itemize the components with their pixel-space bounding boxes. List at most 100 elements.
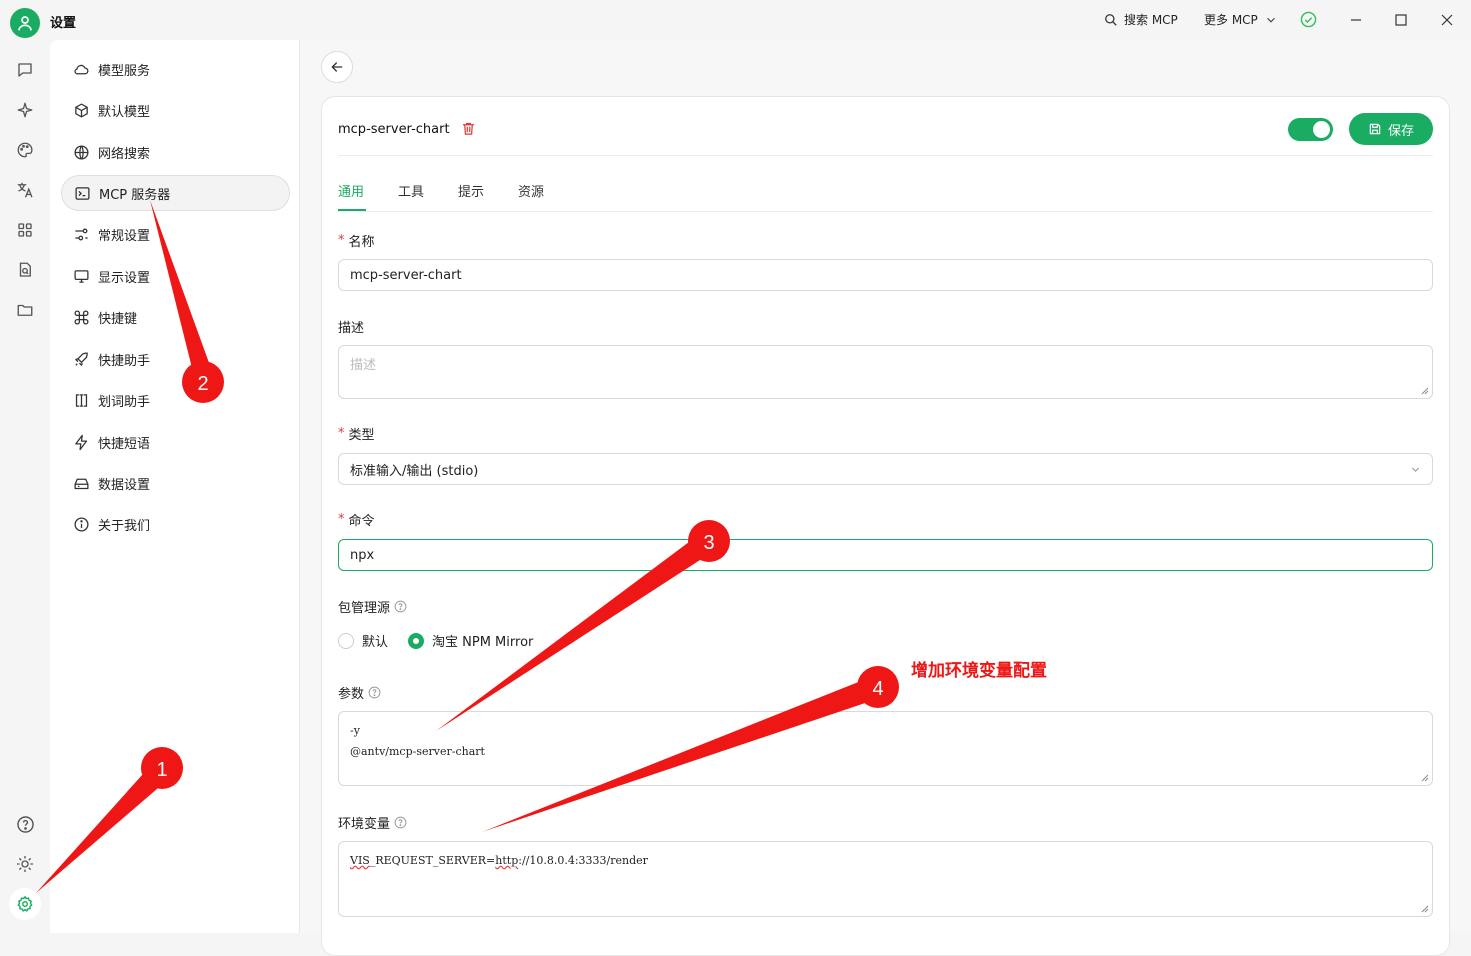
app-icon-bar xyxy=(0,40,50,933)
chevron-down-icon xyxy=(1266,17,1275,23)
nav-item-label: 关于我们 xyxy=(98,518,151,534)
radio-taobao-mirror[interactable] xyxy=(408,632,425,649)
args-label: 参数 xyxy=(338,683,381,702)
args-textarea[interactable]: -y @antv/mcp-server-chart xyxy=(338,711,1433,786)
more-mcp-label: 更多 MCP xyxy=(1204,13,1258,27)
terminal-icon xyxy=(73,184,91,202)
env-textarea[interactable]: VIS_REQUEST_SERVER=http://10.8.0.4:3333/… xyxy=(338,841,1433,917)
env-label-text: 环境变量 xyxy=(338,817,391,832)
rocket-icon xyxy=(72,350,90,368)
files-nav-button[interactable] xyxy=(13,258,37,282)
text-cursor-icon xyxy=(72,391,90,409)
description-textarea[interactable]: 描述 xyxy=(338,345,1433,399)
nav-item-label: 显示设置 xyxy=(98,270,151,286)
nav-item-default-model[interactable]: 默认模型 xyxy=(61,92,290,128)
apps-nav-button[interactable] xyxy=(13,218,37,242)
minimize-button[interactable] xyxy=(1346,10,1366,30)
name-input-value: mcp-server-chart xyxy=(350,267,462,283)
resize-handle-icon[interactable] xyxy=(1421,387,1429,395)
tabs-divider xyxy=(338,211,1433,212)
help-circle-icon xyxy=(16,815,34,833)
required-mark: * xyxy=(338,233,345,248)
folder-icon xyxy=(17,304,33,316)
sliders-icon xyxy=(72,225,90,243)
save-button[interactable]: 保存 xyxy=(1349,113,1433,145)
nav-item-label: MCP 服务器 xyxy=(99,187,171,203)
server-enabled-toggle[interactable] xyxy=(1288,118,1333,141)
back-button[interactable] xyxy=(321,51,353,83)
search-mcp-button[interactable]: 搜索 MCP xyxy=(1104,11,1178,28)
maximize-icon xyxy=(1395,14,1407,26)
nav-item-quick-assistant[interactable]: 快捷助手 xyxy=(61,341,290,377)
name-label: * 名称 xyxy=(338,231,375,250)
trash-icon xyxy=(462,122,475,135)
radio-default[interactable] xyxy=(338,632,354,649)
tab-prompts[interactable]: 提示 xyxy=(458,181,484,200)
help-circle-icon[interactable] xyxy=(394,600,407,613)
info-icon xyxy=(72,515,90,533)
nav-item-label: 默认模型 xyxy=(98,104,151,120)
settings-nav: 模型服务 默认模型 网络搜索 MCP 服务器 常规设置 显示设置 快捷键 快捷助… xyxy=(50,40,300,933)
more-mcp-dropdown[interactable]: 更多 MCP xyxy=(1204,11,1278,28)
annotation-note: 增加环境变量配置 xyxy=(911,661,1047,681)
nav-item-display[interactable]: 显示设置 xyxy=(61,258,290,294)
tab-general[interactable]: 通用 xyxy=(338,181,364,200)
zap-icon xyxy=(72,433,90,451)
globe-icon xyxy=(72,143,90,161)
delete-server-button[interactable] xyxy=(461,121,476,136)
nav-item-data[interactable]: 数据设置 xyxy=(61,465,290,501)
name-input[interactable]: mcp-server-chart xyxy=(338,259,1433,291)
nav-item-model-service[interactable]: 模型服务 xyxy=(61,51,290,87)
arrow-left-icon xyxy=(331,62,343,72)
agents-nav-button[interactable] xyxy=(13,98,37,122)
theme-toggle-button[interactable] xyxy=(13,852,37,876)
folder-nav-button[interactable] xyxy=(13,298,37,322)
user-avatar[interactable] xyxy=(10,8,40,38)
check-circle-icon xyxy=(1300,11,1317,28)
nav-item-shortcuts[interactable]: 快捷键 xyxy=(61,299,290,335)
command-input[interactable]: npx xyxy=(338,539,1433,571)
env-value-part: VIS xyxy=(350,854,370,867)
env-value-part: _REQUEST_SERVER= xyxy=(369,854,496,867)
settings-nav-button[interactable] xyxy=(9,888,41,920)
nav-item-quick-phrases[interactable]: 快捷短语 xyxy=(61,424,290,460)
toggle-knob xyxy=(1313,121,1330,138)
paint-nav-button[interactable] xyxy=(13,138,37,162)
args-line: @antv/mcp-server-chart xyxy=(350,745,485,758)
close-icon xyxy=(1441,14,1453,26)
chevron-down-icon xyxy=(1411,467,1420,472)
main-panel: mcp-server-chart 保存 通用 工具 提示 资源 * 名称 mcp… xyxy=(300,40,1471,956)
type-select[interactable]: 标准输入/输出 (stdio) xyxy=(338,453,1433,485)
nav-item-web-search[interactable]: 网络搜索 xyxy=(61,134,290,170)
save-label: 保存 xyxy=(1387,123,1414,139)
resize-handle-icon[interactable] xyxy=(1421,774,1429,782)
help-nav-button[interactable] xyxy=(13,812,37,836)
cloud-icon xyxy=(72,60,90,78)
nav-item-selection-assistant[interactable]: 划词助手 xyxy=(61,382,290,418)
sun-moon-icon xyxy=(16,855,34,873)
server-status[interactable] xyxy=(1300,11,1317,28)
cube-icon xyxy=(72,101,90,119)
file-search-icon xyxy=(19,262,31,277)
package-source-radio-group: 默认 淘宝 NPM Mirror xyxy=(338,631,533,650)
header-divider xyxy=(338,155,1433,156)
search-mcp-label: 搜索 MCP xyxy=(1124,13,1178,27)
tab-resources[interactable]: 资源 xyxy=(518,181,544,200)
resize-handle-icon[interactable] xyxy=(1421,905,1429,913)
minimize-icon xyxy=(1351,19,1361,21)
nav-item-general[interactable]: 常规设置 xyxy=(61,216,290,252)
tab-tools[interactable]: 工具 xyxy=(398,181,424,200)
radio-taobao-mirror-label[interactable]: 淘宝 NPM Mirror xyxy=(432,631,533,650)
radio-default-label[interactable]: 默认 xyxy=(362,631,388,650)
type-select-value: 标准输入/输出 (stdio) xyxy=(350,463,479,479)
help-circle-icon[interactable] xyxy=(394,816,407,829)
nav-item-mcp-servers[interactable]: MCP 服务器 xyxy=(61,175,290,211)
help-circle-icon[interactable] xyxy=(368,686,381,699)
description-label-text: 描述 xyxy=(338,321,365,336)
nav-item-about[interactable]: 关于我们 xyxy=(61,506,290,542)
maximize-button[interactable] xyxy=(1391,10,1411,30)
nav-item-label: 快捷短语 xyxy=(98,436,151,452)
translate-nav-button[interactable] xyxy=(13,178,37,202)
close-window-button[interactable] xyxy=(1437,10,1457,30)
chat-nav-button[interactable] xyxy=(13,58,37,82)
